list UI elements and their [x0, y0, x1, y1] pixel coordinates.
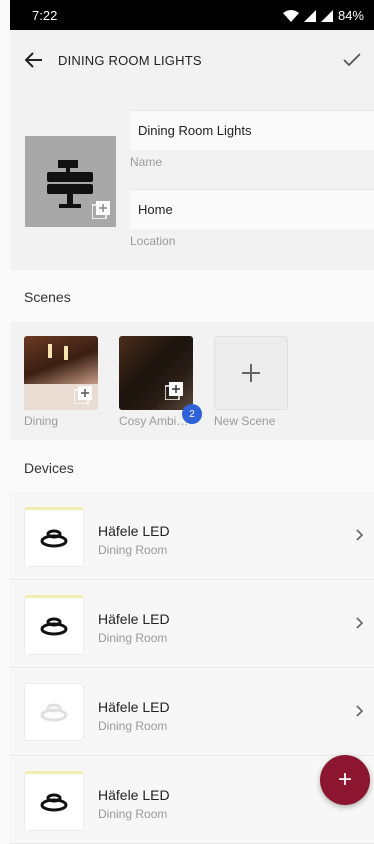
scene-thumbnail [24, 336, 98, 410]
status-icons: 84% [282, 8, 364, 23]
chevron-right-icon [356, 617, 364, 629]
scene-thumbnail [119, 336, 193, 410]
ceiling-light-icon [40, 529, 68, 548]
device-name: Häfele LED [98, 699, 170, 715]
ceiling-light-icon [40, 617, 68, 636]
location-field[interactable]: Home [130, 189, 374, 229]
back-button[interactable] [10, 52, 58, 68]
signal-icon [303, 9, 316, 22]
plus-icon [242, 364, 260, 382]
add-photo-icon [165, 382, 183, 400]
scene-label: New Scene [214, 414, 276, 428]
new-scene-button[interactable]: New Scene [214, 336, 288, 428]
room-details: Dining Room Lights Name Home Location [10, 90, 374, 270]
device-row[interactable]: Häfele LED Dining Room [10, 581, 374, 668]
add-device-fab[interactable]: + [320, 755, 370, 805]
location-field-value: Home [138, 202, 173, 217]
check-icon [343, 53, 361, 67]
device-row[interactable]: Häfele LED Dining Room [10, 669, 374, 756]
scene-item-cosy-ambience[interactable]: 2 Cosy Ambi… [119, 336, 202, 428]
status-time: 7:22 [32, 8, 58, 23]
app-bar: DINING ROOM LIGHTS [10, 30, 374, 90]
battery-level: 84% [337, 8, 364, 23]
add-photo-icon [74, 386, 92, 404]
scene-label: Dining [24, 414, 59, 428]
status-bar: 7:22 84% [10, 0, 374, 30]
scenes-list: Dining 2 Cosy Ambi… New Scene [10, 322, 374, 440]
device-icon-box [24, 683, 84, 741]
scenes-heading: Scenes [24, 289, 71, 305]
add-photo-icon [92, 201, 110, 219]
arrow-left-icon [25, 52, 42, 68]
new-scene-tile [214, 336, 288, 410]
device-room: Dining Room [98, 543, 168, 557]
save-button[interactable] [330, 53, 374, 67]
device-icon-box [24, 771, 84, 831]
device-icon-box [24, 595, 84, 655]
device-room: Dining Room [98, 807, 168, 821]
ceiling-light-icon [40, 793, 68, 812]
name-field[interactable]: Dining Room Lights [130, 110, 374, 150]
device-room: Dining Room [98, 719, 168, 733]
ceiling-light-icon [40, 703, 68, 722]
chevron-right-icon [356, 705, 364, 717]
plus-icon: + [337, 766, 352, 793]
chevron-right-icon [356, 529, 364, 541]
device-room: Dining Room [98, 631, 168, 645]
device-icon-box [24, 507, 84, 567]
location-label: Location [130, 234, 176, 248]
device-name: Häfele LED [98, 523, 170, 539]
wifi-icon [282, 9, 299, 22]
device-name: Häfele LED [98, 611, 170, 627]
device-name: Häfele LED [98, 787, 170, 803]
signal-icon-2 [320, 9, 333, 22]
devices-heading: Devices [24, 460, 74, 476]
name-field-value: Dining Room Lights [138, 123, 252, 138]
scene-item-dining[interactable]: Dining [24, 336, 98, 428]
device-row[interactable]: Häfele LED Dining Room [10, 493, 374, 580]
scene-count-badge: 2 [182, 404, 202, 424]
name-label: Name [130, 155, 163, 169]
device-row[interactable]: Häfele LED Dining Room [10, 757, 374, 844]
page-title: DINING ROOM LIGHTS [58, 52, 202, 68]
room-image-picker[interactable] [25, 136, 116, 227]
